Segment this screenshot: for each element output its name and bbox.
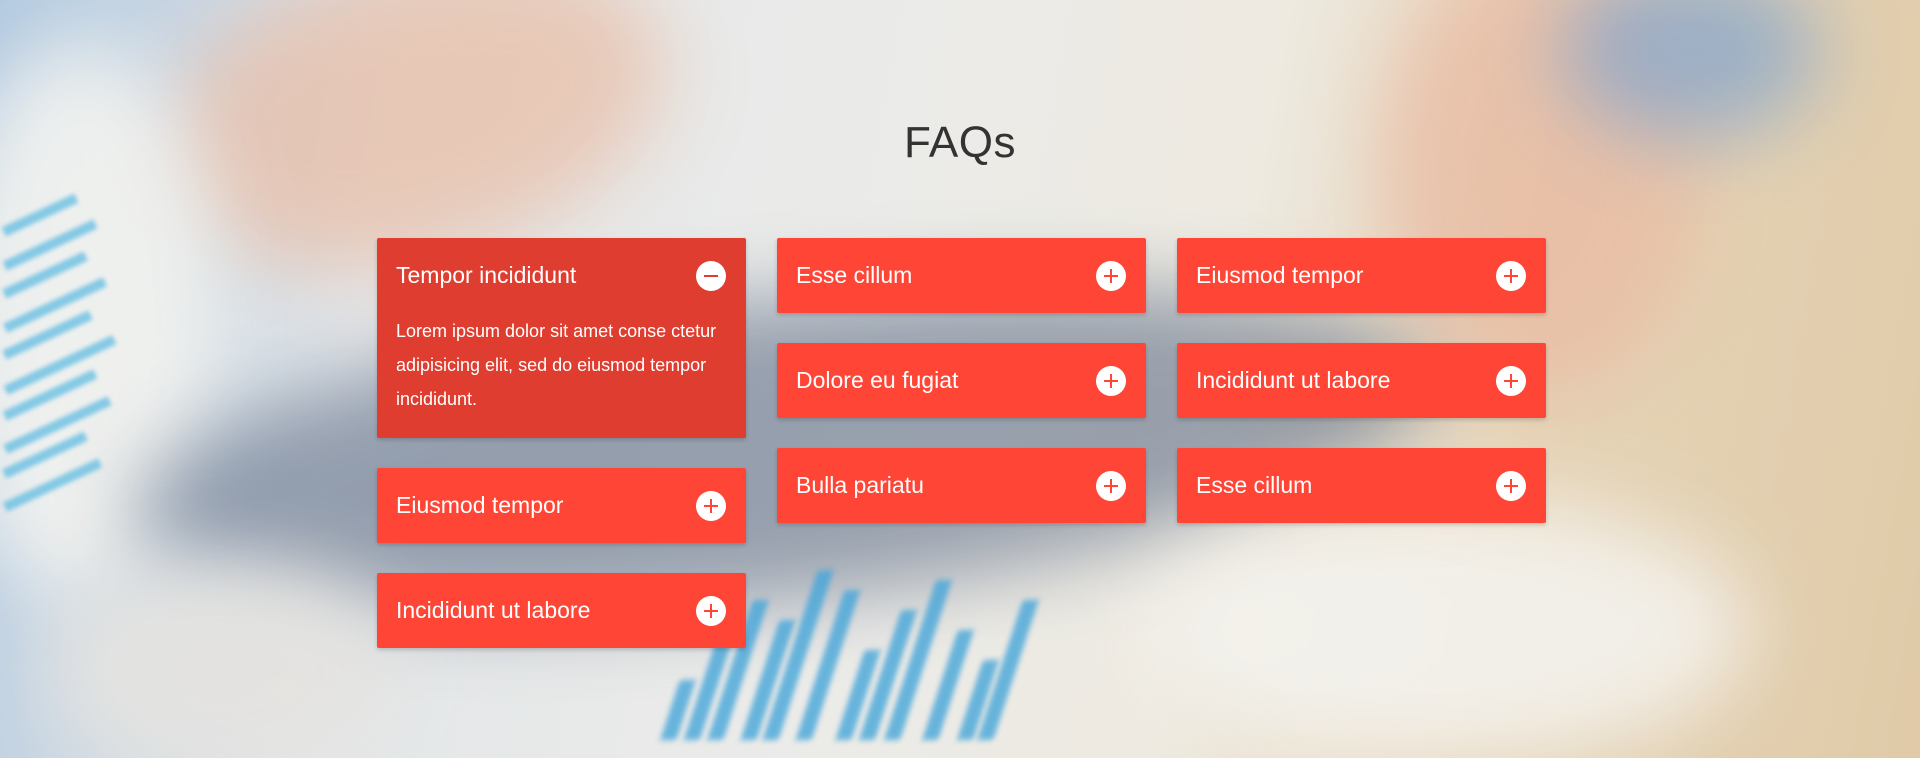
faq-item[interactable]: Eiusmod tempor — [1177, 238, 1546, 313]
faq-column: Esse cillum Dolore eu fugiat Bulla pariatu — [777, 238, 1146, 553]
faq-question: Esse cillum — [796, 262, 913, 288]
faq-item[interactable]: Esse cillum — [777, 238, 1146, 313]
faq-item[interactable]: Dolore eu fugiat — [777, 343, 1146, 418]
faq-item[interactable]: Incididunt ut labore — [1177, 343, 1546, 418]
faq-question: Esse cillum — [1196, 472, 1313, 498]
faq-question: Eiusmod tempor — [396, 492, 564, 518]
faq-question-header[interactable]: Eiusmod tempor — [1177, 238, 1546, 313]
faq-question-header[interactable]: Tempor incididunt — [377, 238, 746, 313]
page-title: FAQs — [903, 118, 1017, 167]
faq-question: Dolore eu fugiat — [796, 367, 959, 393]
faq-question-header[interactable]: Eiusmod tempor — [377, 468, 746, 543]
faq-item[interactable]: Eiusmod tempor — [377, 468, 746, 543]
plus-circle-icon[interactable] — [1496, 260, 1526, 291]
plus-circle-icon[interactable] — [1496, 365, 1526, 396]
faq-question: Tempor incididunt — [396, 262, 577, 288]
plus-circle-icon[interactable] — [1096, 470, 1126, 501]
faq-item[interactable]: Esse cillum — [1177, 448, 1546, 523]
plus-circle-icon[interactable] — [1096, 365, 1126, 396]
plus-circle-icon[interactable] — [1096, 260, 1126, 291]
faq-question: Incididunt ut labore — [396, 597, 591, 623]
faq-item[interactable]: Tempor incididunt Lorem ipsum dolor sit a… — [377, 238, 746, 438]
plus-circle-icon[interactable] — [696, 490, 726, 521]
faq-column: Eiusmod tempor Incididunt ut labore Esse c… — [1177, 238, 1546, 553]
faq-item[interactable]: Incididunt ut labore — [377, 573, 746, 648]
faq-question: Bulla pariatu — [796, 472, 924, 498]
plus-circle-icon[interactable] — [1496, 470, 1526, 501]
faq-answer: Lorem ipsum dolor sit amet conse ctetur … — [396, 321, 717, 409]
faq-item[interactable]: Bulla pariatu — [777, 448, 1146, 523]
minus-circle-icon[interactable] — [696, 260, 726, 291]
faq-question-header[interactable]: Esse cillum — [1177, 448, 1546, 523]
faq-question: Incididunt ut labore — [1196, 367, 1391, 393]
faq-question-header[interactable]: Esse cillum — [777, 238, 1146, 313]
faq-question-header[interactable]: Incididunt ut labore — [1177, 343, 1546, 418]
faq-question-header[interactable]: Incididunt ut labore — [377, 573, 746, 648]
faq-question-header[interactable]: Bulla pariatu — [777, 448, 1146, 523]
plus-circle-icon[interactable] — [696, 595, 726, 626]
faq-question: Eiusmod tempor — [1196, 262, 1364, 288]
faq-question-header[interactable]: Dolore eu fugiat — [777, 343, 1146, 418]
faq-column: Tempor incididunt Lorem ipsum dolor sit a… — [377, 238, 746, 678]
